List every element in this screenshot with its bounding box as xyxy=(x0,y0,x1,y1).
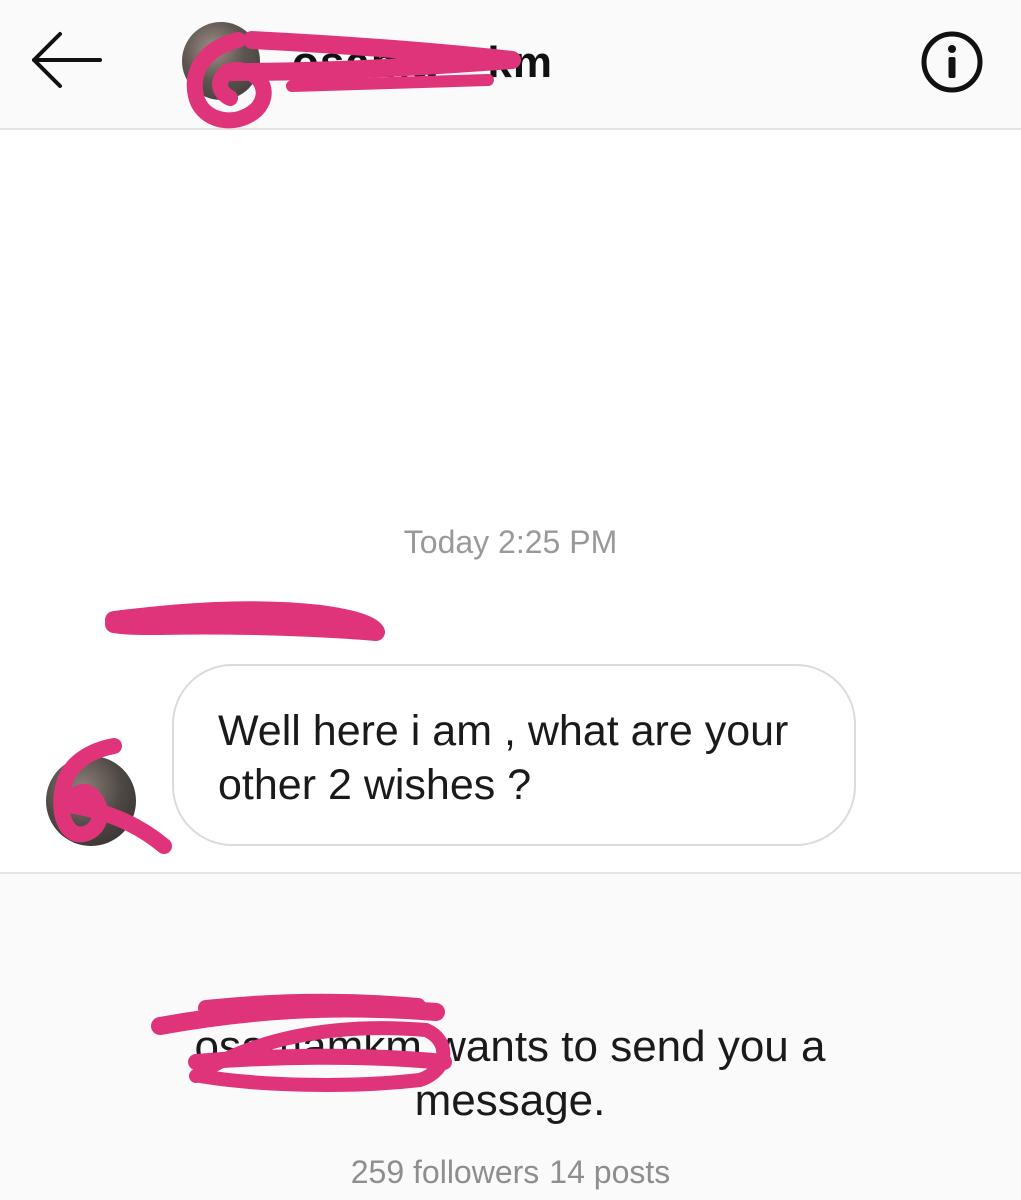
message-bubble[interactable]: Well here i am , what are your other 2 w… xyxy=(172,664,856,846)
posts-count: 14 posts xyxy=(549,1154,671,1190)
request-username[interactable]: osamamkm xyxy=(195,1022,422,1071)
chat-header: osama__km xyxy=(0,0,1021,130)
request-description: osamamkm wants to send you a message. xyxy=(150,1020,870,1128)
sender-avatar[interactable] xyxy=(46,756,136,846)
header-avatar[interactable] xyxy=(182,22,260,100)
request-stats: 259 followers 14 posts xyxy=(0,1154,1021,1191)
header-username[interactable]: osama__km xyxy=(292,38,553,88)
message-text: Well here i am , what are your other 2 w… xyxy=(218,707,789,809)
direct-message-screen: osama__km Today 2:25 PM osamamkm Well he… xyxy=(0,0,1021,1200)
back-button[interactable] xyxy=(28,28,108,92)
arrow-left-icon xyxy=(32,32,102,88)
followers-count: 259 followers xyxy=(350,1154,540,1190)
message-request-panel: osamamkm wants to send you a message. 25… xyxy=(0,872,1021,1200)
info-circle-icon xyxy=(921,31,983,93)
info-button[interactable] xyxy=(920,30,984,94)
sender-name: osamamkm xyxy=(170,606,315,637)
message-timestamp: Today 2:25 PM xyxy=(403,524,618,560)
request-text: wants to send you a message. xyxy=(414,1022,826,1125)
